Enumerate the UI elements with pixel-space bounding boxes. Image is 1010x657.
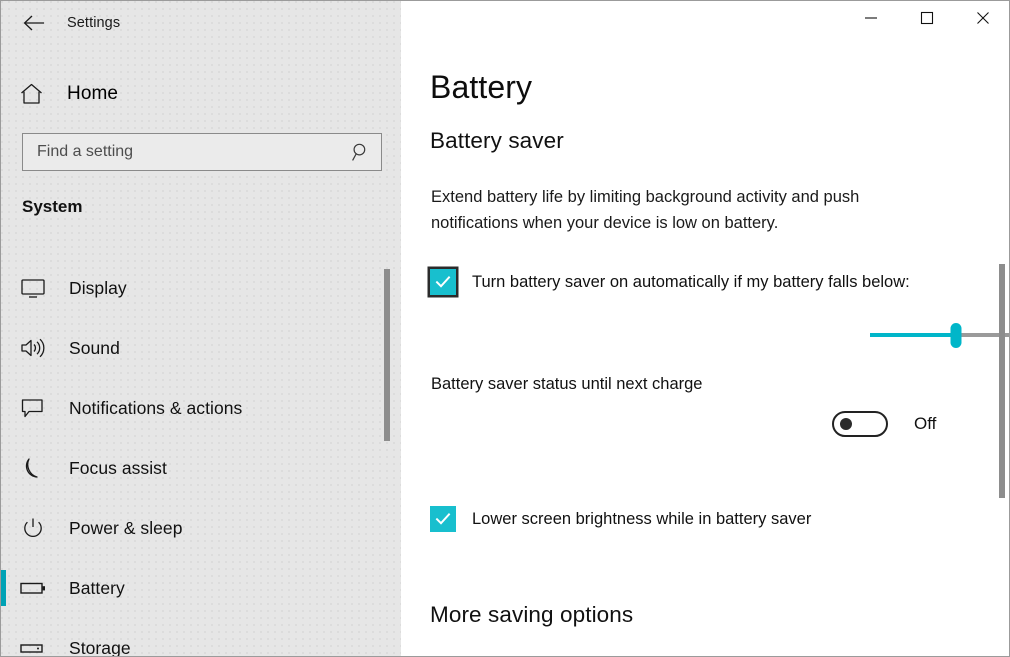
sidebar-item-display[interactable]: Display <box>1 258 383 318</box>
monitor-icon <box>11 277 55 299</box>
battery-saver-status-toggle[interactable] <box>832 411 888 437</box>
selection-indicator <box>1 390 6 426</box>
battery-saver-status-state: Off <box>914 414 937 433</box>
lower-brightness-label: Lower screen brightness while in battery… <box>472 509 812 528</box>
slider-thumb[interactable] <box>950 323 962 348</box>
sidebar-item-storage[interactable]: Storage <box>1 618 383 657</box>
sidebar-item-home-label: Home <box>67 83 119 104</box>
sidebar-item-battery[interactable]: Battery <box>1 558 383 618</box>
moon-icon <box>11 457 55 479</box>
page-title: Battery <box>430 69 533 105</box>
content-scrollbar-thumb[interactable] <box>999 264 1005 498</box>
sidebar-item-label: Power & sleep <box>69 517 183 538</box>
sidebar-item-label: Notifications & actions <box>69 397 243 418</box>
chat-bubble-icon <box>11 397 55 419</box>
battery-saver-status-row: Off <box>832 411 936 437</box>
navigation-sidebar: Settings Home System <box>1 1 401 657</box>
speaker-icon <box>11 337 55 359</box>
back-arrow-icon <box>23 15 45 31</box>
drive-icon <box>11 637 55 656</box>
sidebar-item-label: Focus assist <box>69 457 167 478</box>
close-button[interactable] <box>955 1 1009 39</box>
lower-brightness-row[interactable]: Lower screen brightness while in battery… <box>430 506 811 532</box>
minimize-icon <box>864 11 878 30</box>
battery-threshold-slider[interactable] <box>870 319 1009 355</box>
sidebar-item-label: Sound <box>69 337 120 358</box>
auto-battery-saver-row[interactable]: Turn battery saver on automatically if m… <box>430 269 910 295</box>
selection-indicator <box>1 630 6 656</box>
battery-icon <box>11 577 55 599</box>
sidebar-nav-list: Display Sound Notifications & actions Fo… <box>1 258 383 657</box>
sidebar-item-label: Display <box>69 277 127 298</box>
main-content: Battery Battery saver Extend battery lif… <box>402 1 1009 656</box>
toggle-knob <box>840 418 852 430</box>
maximize-button[interactable] <box>899 1 955 39</box>
close-icon <box>976 11 990 30</box>
sidebar-item-label: Storage <box>69 637 131 657</box>
battery-saver-status-label: Battery saver status until next charge <box>431 375 703 393</box>
app-title: Settings <box>67 15 121 31</box>
minimize-button[interactable] <box>843 1 899 39</box>
home-icon <box>9 82 53 106</box>
back-button[interactable] <box>11 7 57 39</box>
selection-indicator <box>1 270 6 306</box>
search-input[interactable] <box>23 134 341 170</box>
sidebar-category-header: System <box>22 197 83 216</box>
sidebar-item-home[interactable]: Home <box>1 72 383 116</box>
slider-fill <box>870 333 956 337</box>
sidebar-item-label: Battery <box>69 577 125 598</box>
selection-indicator <box>1 570 6 606</box>
section-heading-battery-saver: Battery saver <box>430 128 564 153</box>
maximize-icon <box>920 11 934 30</box>
power-icon <box>11 517 55 539</box>
sidebar-item-power-sleep[interactable]: Power & sleep <box>1 498 383 558</box>
search-icon[interactable] <box>341 134 381 170</box>
section-heading-more-saving-options: More saving options <box>430 602 634 627</box>
sidebar-item-focus-assist[interactable]: Focus assist <box>1 438 383 498</box>
auto-battery-saver-label: Turn battery saver on automatically if m… <box>472 272 910 291</box>
sidebar-scrollbar-thumb[interactable] <box>384 269 390 441</box>
window-controls <box>843 1 1009 39</box>
selection-indicator <box>1 510 6 546</box>
window-titlebar-left: Settings <box>1 1 401 45</box>
selection-indicator <box>1 450 6 486</box>
sidebar-item-sound[interactable]: Sound <box>1 318 383 378</box>
lower-brightness-checkbox[interactable] <box>430 506 456 532</box>
battery-saver-description: Extend battery life by limiting backgrou… <box>431 188 860 232</box>
sidebar-item-notifications-actions[interactable]: Notifications & actions <box>1 378 383 438</box>
settings-window: Settings Home System <box>0 0 1010 657</box>
selection-indicator <box>1 330 6 366</box>
auto-battery-saver-checkbox[interactable] <box>430 269 456 295</box>
search-box[interactable] <box>22 133 382 171</box>
